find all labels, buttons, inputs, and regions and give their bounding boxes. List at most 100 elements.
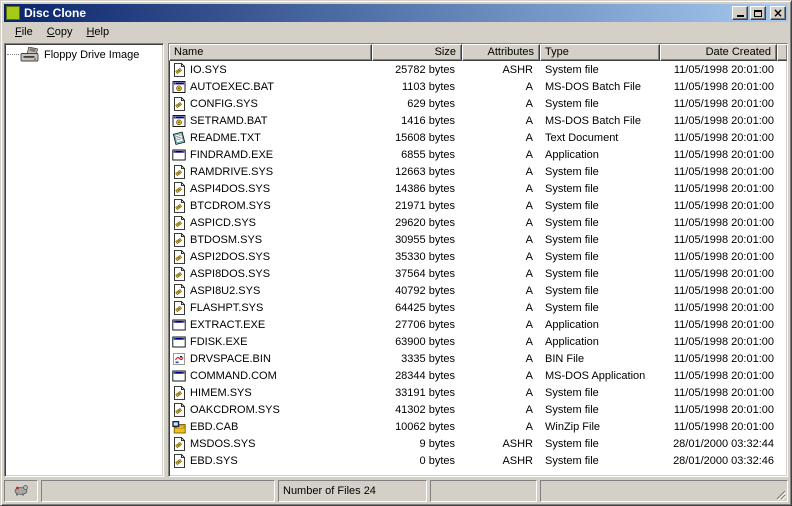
file-row[interactable]: FLASHPT.SYS 64425 bytes A System file 11/05/…	[169, 299, 787, 316]
file-size: 629 bytes	[407, 97, 455, 110]
file-attributes: A	[525, 80, 533, 93]
file-size: 28344 bytes	[395, 369, 455, 382]
file-size: 21971 bytes	[395, 199, 455, 212]
file-attributes: A	[525, 148, 533, 161]
msdos-application-icon	[172, 148, 186, 162]
file-row[interactable]: BTCDROM.SYS 21971 bytes A System file 11/05/…	[169, 197, 787, 214]
file-size: 9 bytes	[419, 437, 455, 450]
file-name: ASPI8U2.SYS	[190, 284, 261, 297]
file-type: System file	[545, 437, 599, 450]
file-row[interactable]: AUTOEXEC.BAT 1103 bytes A MS-DOS Batch File…	[169, 78, 787, 95]
file-date-created: 11/05/1998 20:01:00	[673, 199, 774, 212]
file-size: 37564 bytes	[395, 267, 455, 280]
file-type: System file	[545, 403, 599, 416]
file-row[interactable]: DRVSPACE.BIN 3335 bytes A BIN File 11/05/199…	[169, 350, 787, 367]
file-name-cell: SETRAMD.BAT	[169, 114, 372, 128]
file-name-cell: BTDOSM.SYS	[169, 232, 372, 247]
file-name: CONFIG.SYS	[190, 97, 258, 110]
file-attributes: A	[525, 386, 533, 399]
file-row[interactable]: BTDOSM.SYS 30955 bytes A System file 11/05/1…	[169, 231, 787, 248]
file-row[interactable]: HIMEM.SYS 33191 bytes A System file 11/05/19…	[169, 384, 787, 401]
file-date-created: 11/05/1998 20:01:00	[673, 352, 774, 365]
column-header-attributes[interactable]: Attributes	[462, 44, 540, 61]
column-header-size[interactable]: Size	[372, 44, 462, 61]
file-attributes: A	[525, 233, 533, 246]
column-header-date-created[interactable]: Date Created	[660, 44, 777, 61]
file-row[interactable]: RAMDRIVE.SYS 12663 bytes A System file 11/05…	[169, 163, 787, 180]
file-row[interactable]: SETRAMD.BAT 1416 bytes A MS-DOS Batch File 1…	[169, 112, 787, 129]
disc-clone-window: Disc Clone × File Copy Help Floppy Drive…	[0, 0, 792, 506]
file-attributes: ASHR	[502, 454, 533, 467]
file-row[interactable]: CONFIG.SYS 629 bytes A System file 11/05/199…	[169, 95, 787, 112]
status-pane-empty-1	[41, 480, 275, 502]
column-header-name[interactable]: Name	[169, 44, 372, 61]
file-type: System file	[545, 165, 599, 178]
file-name: FINDRAMD.EXE	[190, 148, 274, 161]
file-name: BTDOSM.SYS	[190, 233, 263, 246]
file-type: Application	[545, 318, 599, 331]
file-name: FDISK.EXE	[190, 335, 248, 348]
msdos-application-icon	[172, 369, 186, 383]
file-date-created: 11/05/1998 20:01:00	[673, 318, 774, 331]
file-row[interactable]: README.TXT 15608 bytes A Text Document 11/05…	[169, 129, 787, 146]
file-name-cell: ASPI8DOS.SYS	[169, 266, 372, 281]
file-type: System file	[545, 97, 599, 110]
file-row[interactable]: EBD.CAB 10062 bytes A WinZip File 11/05/1998…	[169, 418, 787, 435]
column-header-type[interactable]: Type	[540, 44, 660, 61]
menu-item-copy[interactable]: Copy	[40, 24, 80, 40]
close-button[interactable]: ×	[770, 6, 786, 20]
file-name-cell: EBD.SYS	[169, 453, 372, 468]
file-size: 12663 bytes	[395, 165, 455, 178]
file-name: ASPI4DOS.SYS	[190, 182, 271, 195]
file-row[interactable]: EXTRACT.EXE 27706 bytes A Application 11/05/…	[169, 316, 787, 333]
file-date-created: 11/05/1998 20:01:00	[673, 267, 774, 280]
file-type: Text Document	[545, 131, 619, 144]
file-name-cell: FINDRAMD.EXE	[169, 148, 372, 162]
resize-grip[interactable]	[774, 488, 787, 501]
file-row[interactable]: ASPI8U2.SYS 40792 bytes A System file 11/05/…	[169, 282, 787, 299]
menu-item-file[interactable]: File	[8, 24, 40, 40]
system-file-icon	[172, 402, 186, 417]
file-row[interactable]: MSDOS.SYS 9 bytes ASHR System file 28/01/200…	[169, 435, 787, 452]
text-document-icon	[172, 131, 186, 145]
file-name-cell: IO.SYS	[169, 62, 372, 77]
file-type: System file	[545, 386, 599, 399]
system-file-icon	[172, 249, 186, 264]
file-size: 1103 bytes	[401, 80, 455, 93]
file-name: DRVSPACE.BIN	[190, 352, 271, 365]
file-name-cell: AUTOEXEC.BAT	[169, 80, 372, 94]
menu-bar: File Copy Help	[4, 22, 788, 42]
file-name: AUTOEXEC.BAT	[190, 80, 274, 93]
file-row[interactable]: ASPI4DOS.SYS 14386 bytes A System file 11/05…	[169, 180, 787, 197]
menu-item-help[interactable]: Help	[79, 24, 116, 40]
file-row[interactable]: FINDRAMD.EXE 6855 bytes A Application 11/05/…	[169, 146, 787, 163]
file-size: 14386 bytes	[395, 182, 455, 195]
file-name-cell: EXTRACT.EXE	[169, 318, 372, 332]
file-size: 33191 bytes	[395, 386, 455, 399]
file-row[interactable]: FDISK.EXE 63900 bytes A Application 11/05/19…	[169, 333, 787, 350]
file-date-created: 11/05/1998 20:01:00	[673, 233, 774, 246]
file-row[interactable]: ASPI8DOS.SYS 37564 bytes A System file 11/05…	[169, 265, 787, 282]
minimize-button[interactable]	[732, 6, 748, 20]
file-date-created: 11/05/1998 20:01:00	[673, 369, 774, 382]
maximize-button[interactable]	[750, 6, 766, 20]
file-size: 25782 bytes	[395, 63, 455, 76]
file-name: EBD.SYS	[190, 454, 238, 467]
file-row[interactable]: OAKCDROM.SYS 41302 bytes A System file 11/05…	[169, 401, 787, 418]
file-type: System file	[545, 267, 599, 280]
file-name-cell: MSDOS.SYS	[169, 436, 372, 451]
file-attributes: A	[525, 250, 533, 263]
file-row[interactable]: ASPI2DOS.SYS 35330 bytes A System file 11/05…	[169, 248, 787, 265]
tree-item-floppy-drive-image[interactable]: Floppy Drive Image	[5, 46, 163, 63]
file-count-label: Number of Files 24	[283, 485, 376, 497]
file-row[interactable]: ASPICD.SYS 29620 bytes A System file 11/05/1…	[169, 214, 787, 231]
file-row[interactable]: COMMAND.COM 28344 bytes A MS-DOS Applicatio…	[169, 367, 787, 384]
file-date-created: 11/05/1998 20:01:00	[673, 80, 774, 93]
file-row[interactable]: EBD.SYS 0 bytes ASHR System file 28/01/2000 …	[169, 452, 787, 469]
file-name-cell: OAKCDROM.SYS	[169, 402, 372, 417]
file-name-cell: RAMDRIVE.SYS	[169, 164, 372, 179]
file-row[interactable]: IO.SYS 25782 bytes ASHR System file 11/05/19…	[169, 61, 787, 78]
file-name-cell: DRVSPACE.BIN	[169, 352, 372, 366]
main-content: Floppy Drive Image Name Size Attributes Typ…	[4, 43, 788, 477]
title-bar[interactable]: Disc Clone ×	[4, 4, 788, 22]
